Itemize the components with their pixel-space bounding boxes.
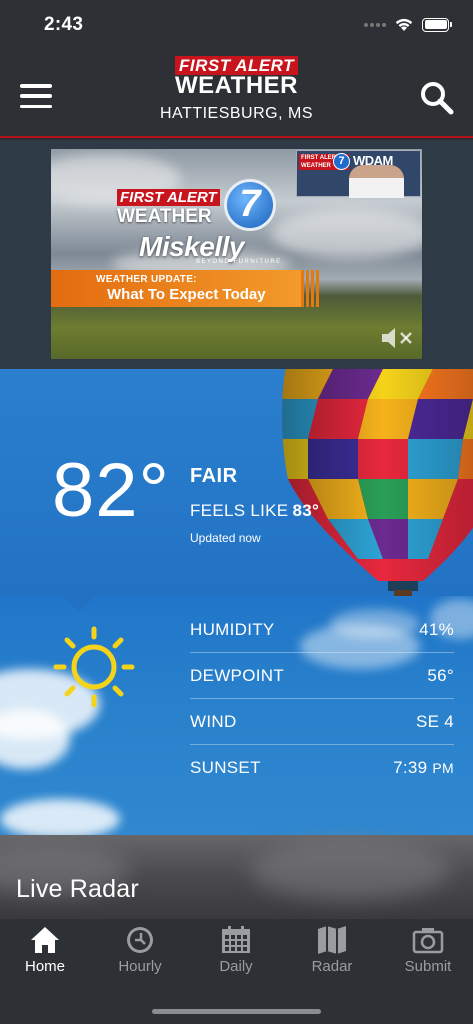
tab-label: Home — [24, 958, 65, 975]
location-label: HATTIESBURG, MS — [160, 105, 313, 122]
logo-weather: WEATHER — [174, 72, 299, 99]
tab-daily[interactable]: Daily — [189, 925, 283, 975]
condition-text: FAIR — [190, 465, 238, 487]
detail-row-sunset: SUNSET 7:39 PM — [190, 745, 454, 791]
detail-label: WIND — [190, 711, 237, 731]
feels-like-value: 83° — [292, 501, 320, 520]
video-banner: WEATHER UPDATE: What To Expect Today — [51, 270, 301, 307]
home-indicator — [152, 1009, 321, 1014]
weather-details: HUMIDITY 41% DEWPOINT 56° WIND SE 4 SUNS… — [190, 607, 454, 791]
tab-submit[interactable]: Submit — [381, 925, 473, 975]
banner-stripes — [301, 270, 321, 307]
live-radar-card[interactable]: Live Radar — [0, 835, 473, 919]
camera-icon — [412, 928, 444, 954]
detail-value: SE 4 — [415, 711, 454, 731]
detail-label: DEWPOINT — [190, 665, 285, 685]
status-time: 2:43 — [44, 14, 84, 35]
video-pip: FIRST ALERT WEATHER 7 WDAM — [296, 150, 421, 198]
sun-icon — [53, 626, 135, 708]
tab-radar[interactable]: Radar — [285, 925, 379, 975]
app-header: FIRST ALERT WEATHER HATTIESBURG, MS — [0, 50, 473, 138]
panel-notch — [63, 596, 95, 612]
feels-like: FEELS LIKE 83° — [190, 501, 319, 521]
updated-text: Updated now — [190, 531, 261, 545]
video-player[interactable]: FIRST ALERT WEATHER 7 Miskelly BEYOND FU… — [51, 149, 422, 359]
tab-label: Radar — [311, 958, 353, 975]
detail-label: HUMIDITY — [190, 619, 275, 639]
clock-icon — [127, 927, 153, 953]
live-radar-title: Live Radar — [16, 875, 139, 903]
app-logo: FIRST ALERT WEATHER HATTIESBURG, MS — [0, 56, 473, 123]
feels-like-label: FEELS LIKE — [190, 501, 289, 520]
detail-row-humidity: HUMIDITY 41% — [190, 607, 454, 653]
current-temperature: 82° — [52, 448, 170, 533]
search-icon[interactable] — [419, 80, 455, 116]
home-icon — [31, 927, 59, 953]
wifi-icon — [395, 18, 413, 31]
tab-label: Daily — [219, 958, 253, 975]
tab-home[interactable]: Home — [0, 925, 92, 975]
tab-label: Hourly — [118, 958, 162, 975]
detail-value: 56° — [427, 665, 454, 685]
signal-icon — [364, 22, 386, 27]
calendar-icon — [222, 926, 250, 953]
channel-7-logo: 7 — [224, 179, 276, 231]
tab-hourly[interactable]: Hourly — [93, 925, 187, 975]
status-indicators — [364, 17, 452, 32]
hot-air-balloon-image — [282, 369, 473, 596]
battery-icon — [422, 17, 452, 32]
sponsor-tagline: BEYOND FURNITURE — [196, 259, 282, 265]
pip-presenter — [349, 165, 404, 198]
current-conditions-panel[interactable]: 82° FAIR FEELS LIKE 83° Updated now HUMID… — [0, 369, 473, 835]
video-logo: FIRST ALERT WEATHER — [117, 189, 220, 227]
status-bar: 2:43 — [0, 0, 473, 50]
pip-channel-logo: 7 — [333, 153, 350, 170]
detail-value: 7:39 PM — [393, 758, 454, 777]
detail-row-dewpoint: DEWPOINT 56° — [190, 653, 454, 699]
video-section: FIRST ALERT WEATHER 7 Miskelly BEYOND FU… — [0, 140, 473, 369]
detail-row-wind: WIND SE 4 — [190, 699, 454, 745]
detail-label: SUNSET — [190, 758, 261, 777]
tab-label: Submit — [404, 958, 452, 975]
detail-value: 41% — [419, 619, 454, 639]
speaker-muted-icon[interactable] — [380, 327, 416, 349]
map-icon — [318, 926, 346, 954]
